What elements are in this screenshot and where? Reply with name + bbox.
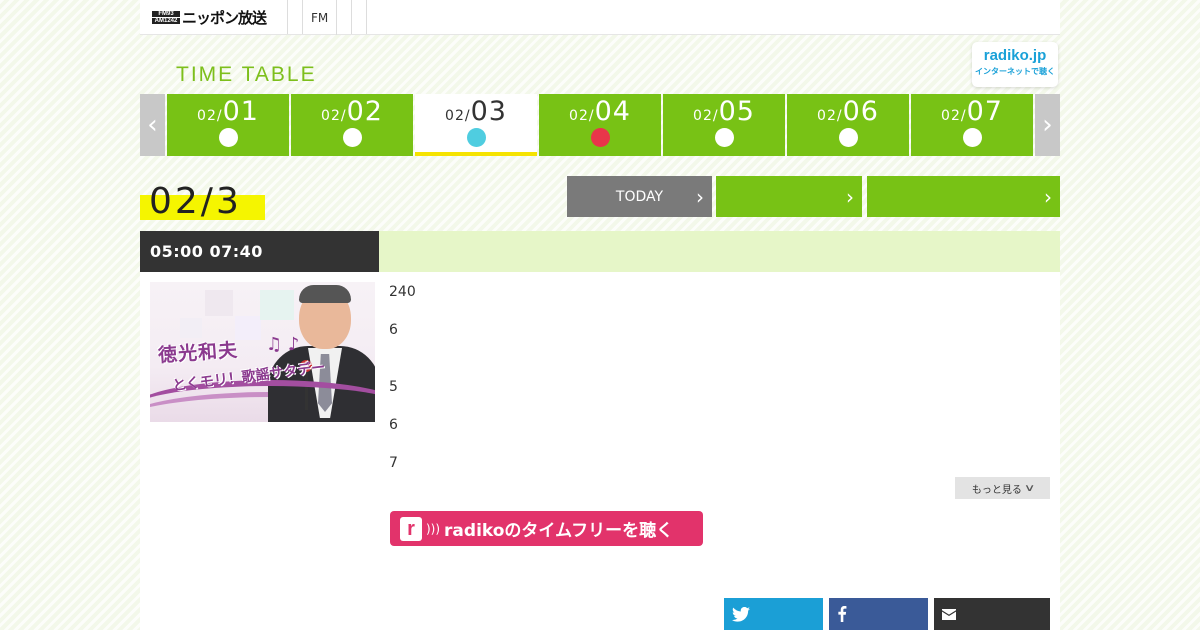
logo-badge-am: AM1242	[152, 17, 180, 24]
day-tab-month: 02/	[941, 108, 967, 124]
day-status-dot	[591, 128, 610, 147]
day-tab-day: 01	[222, 96, 259, 127]
logo-badge-fm: FM93	[152, 10, 180, 17]
day-tab-month: 02/	[197, 108, 223, 124]
facebook-share-button[interactable]	[829, 598, 928, 630]
day-tab-month: 02/	[445, 108, 471, 124]
twitter-icon	[732, 606, 750, 622]
prev-week-button[interactable]: ‹	[140, 94, 165, 156]
program-detail: ♫ ♪ 徳光和夫 とくモリ！歌謡サタデー 240 6 5 6 7 もっと見る ∨…	[140, 272, 1060, 630]
nav-spacer	[288, 0, 303, 34]
day-tab-05[interactable]: 02/05	[663, 94, 785, 156]
day-tab-day: 03	[470, 96, 507, 127]
day-tab-day: 06	[842, 96, 879, 127]
radiko-badge-sub: インターネットで聴く	[975, 67, 1055, 76]
day-status-dot	[963, 128, 982, 147]
timetable-title: TIME TABLE	[176, 63, 317, 86]
day-tab-month: 02/	[817, 108, 843, 124]
logo-text: ニッポン放送	[182, 8, 267, 27]
radiko-r-icon: r	[400, 516, 422, 541]
facebook-icon	[837, 606, 847, 622]
selected-date: 02/3	[140, 181, 265, 222]
program-image-title: 徳光和夫	[157, 339, 239, 367]
radiko-badge-name: radiko.jp	[983, 47, 1047, 64]
today-button-label: TODAY	[615, 188, 664, 205]
day-tab-01[interactable]: 02/01	[167, 94, 289, 156]
day-status-dot	[839, 128, 858, 147]
logo-frequency-badge: FM93 AM1242	[152, 10, 180, 24]
program-header: 05:00 07:40	[140, 231, 1060, 272]
day-tab-month: 02/	[693, 108, 719, 124]
day-tab-03[interactable]: 02/03	[415, 94, 537, 156]
top-nav-bar: FM93 AM1242 ニッポン放送 FM	[140, 0, 1060, 35]
nav-button-2[interactable]: ›	[867, 176, 1060, 217]
chevron-down-icon: ∨	[1023, 482, 1036, 494]
chevron-right-icon: ›	[1044, 185, 1052, 209]
radiko-timefree-label: radikoのタイムフリーを聴く	[444, 521, 674, 541]
day-status-dot	[343, 128, 362, 147]
description-line: 240	[389, 284, 416, 300]
sound-waves-icon: )))	[426, 521, 441, 536]
nav-button-1[interactable]: ›	[716, 176, 862, 217]
description-line: 5	[389, 379, 398, 395]
program-time: 05:00 07:40	[140, 231, 379, 272]
radiko-badge-link[interactable]: radiko.jp インターネットで聴く	[972, 42, 1058, 87]
date-selector: ‹ 02/01 02/02 02/03 02/04 02/05 02/06 02…	[140, 94, 1060, 156]
day-tab-02[interactable]: 02/02	[291, 94, 413, 156]
chevron-left-icon: ‹	[147, 110, 158, 140]
day-status-dot	[219, 128, 238, 147]
mail-icon	[942, 608, 956, 620]
show-more-label: もっと見る	[971, 484, 1022, 496]
nav-item-fm[interactable]: FM	[303, 0, 338, 35]
day-tab-month: 02/	[569, 108, 595, 124]
today-button[interactable]: TODAY ›	[567, 176, 712, 217]
chevron-right-icon: ›	[846, 185, 854, 209]
day-tab-04[interactable]: 02/04	[539, 94, 661, 156]
twitter-share-button[interactable]	[724, 598, 823, 630]
chevron-right-icon: ›	[696, 185, 704, 209]
day-tab-07[interactable]: 02/07	[911, 94, 1033, 156]
chevron-right-icon: ›	[1042, 110, 1053, 140]
description-line: 6	[389, 322, 398, 338]
station-logo[interactable]: FM93 AM1242 ニッポン放送	[140, 0, 288, 34]
day-status-dot	[467, 128, 486, 147]
show-more-button[interactable]: もっと見る ∨	[955, 477, 1050, 499]
day-tab-day: 07	[966, 96, 1003, 127]
day-status-dot	[715, 128, 734, 147]
nav-item-empty-2[interactable]	[352, 0, 368, 34]
day-tab-06[interactable]: 02/06	[787, 94, 909, 156]
day-tab-month: 02/	[321, 108, 347, 124]
day-tab-day: 04	[594, 96, 631, 127]
nav-item-empty-1[interactable]	[337, 0, 353, 34]
mail-share-button[interactable]	[934, 598, 1050, 630]
selected-date-text: 02/3	[149, 181, 242, 222]
radiko-timefree-button[interactable]: r ))) radikoのタイムフリーを聴く	[390, 511, 703, 546]
day-tab-day: 02	[346, 96, 383, 127]
description-line: 6	[389, 417, 398, 433]
description-line: 7	[389, 455, 398, 471]
day-tab-day: 05	[718, 96, 755, 127]
music-notes-icon: ♫ ♪	[266, 334, 300, 355]
next-week-button[interactable]: ›	[1035, 94, 1060, 156]
program-image: ♫ ♪ 徳光和夫 とくモリ！歌謡サタデー	[150, 282, 375, 422]
